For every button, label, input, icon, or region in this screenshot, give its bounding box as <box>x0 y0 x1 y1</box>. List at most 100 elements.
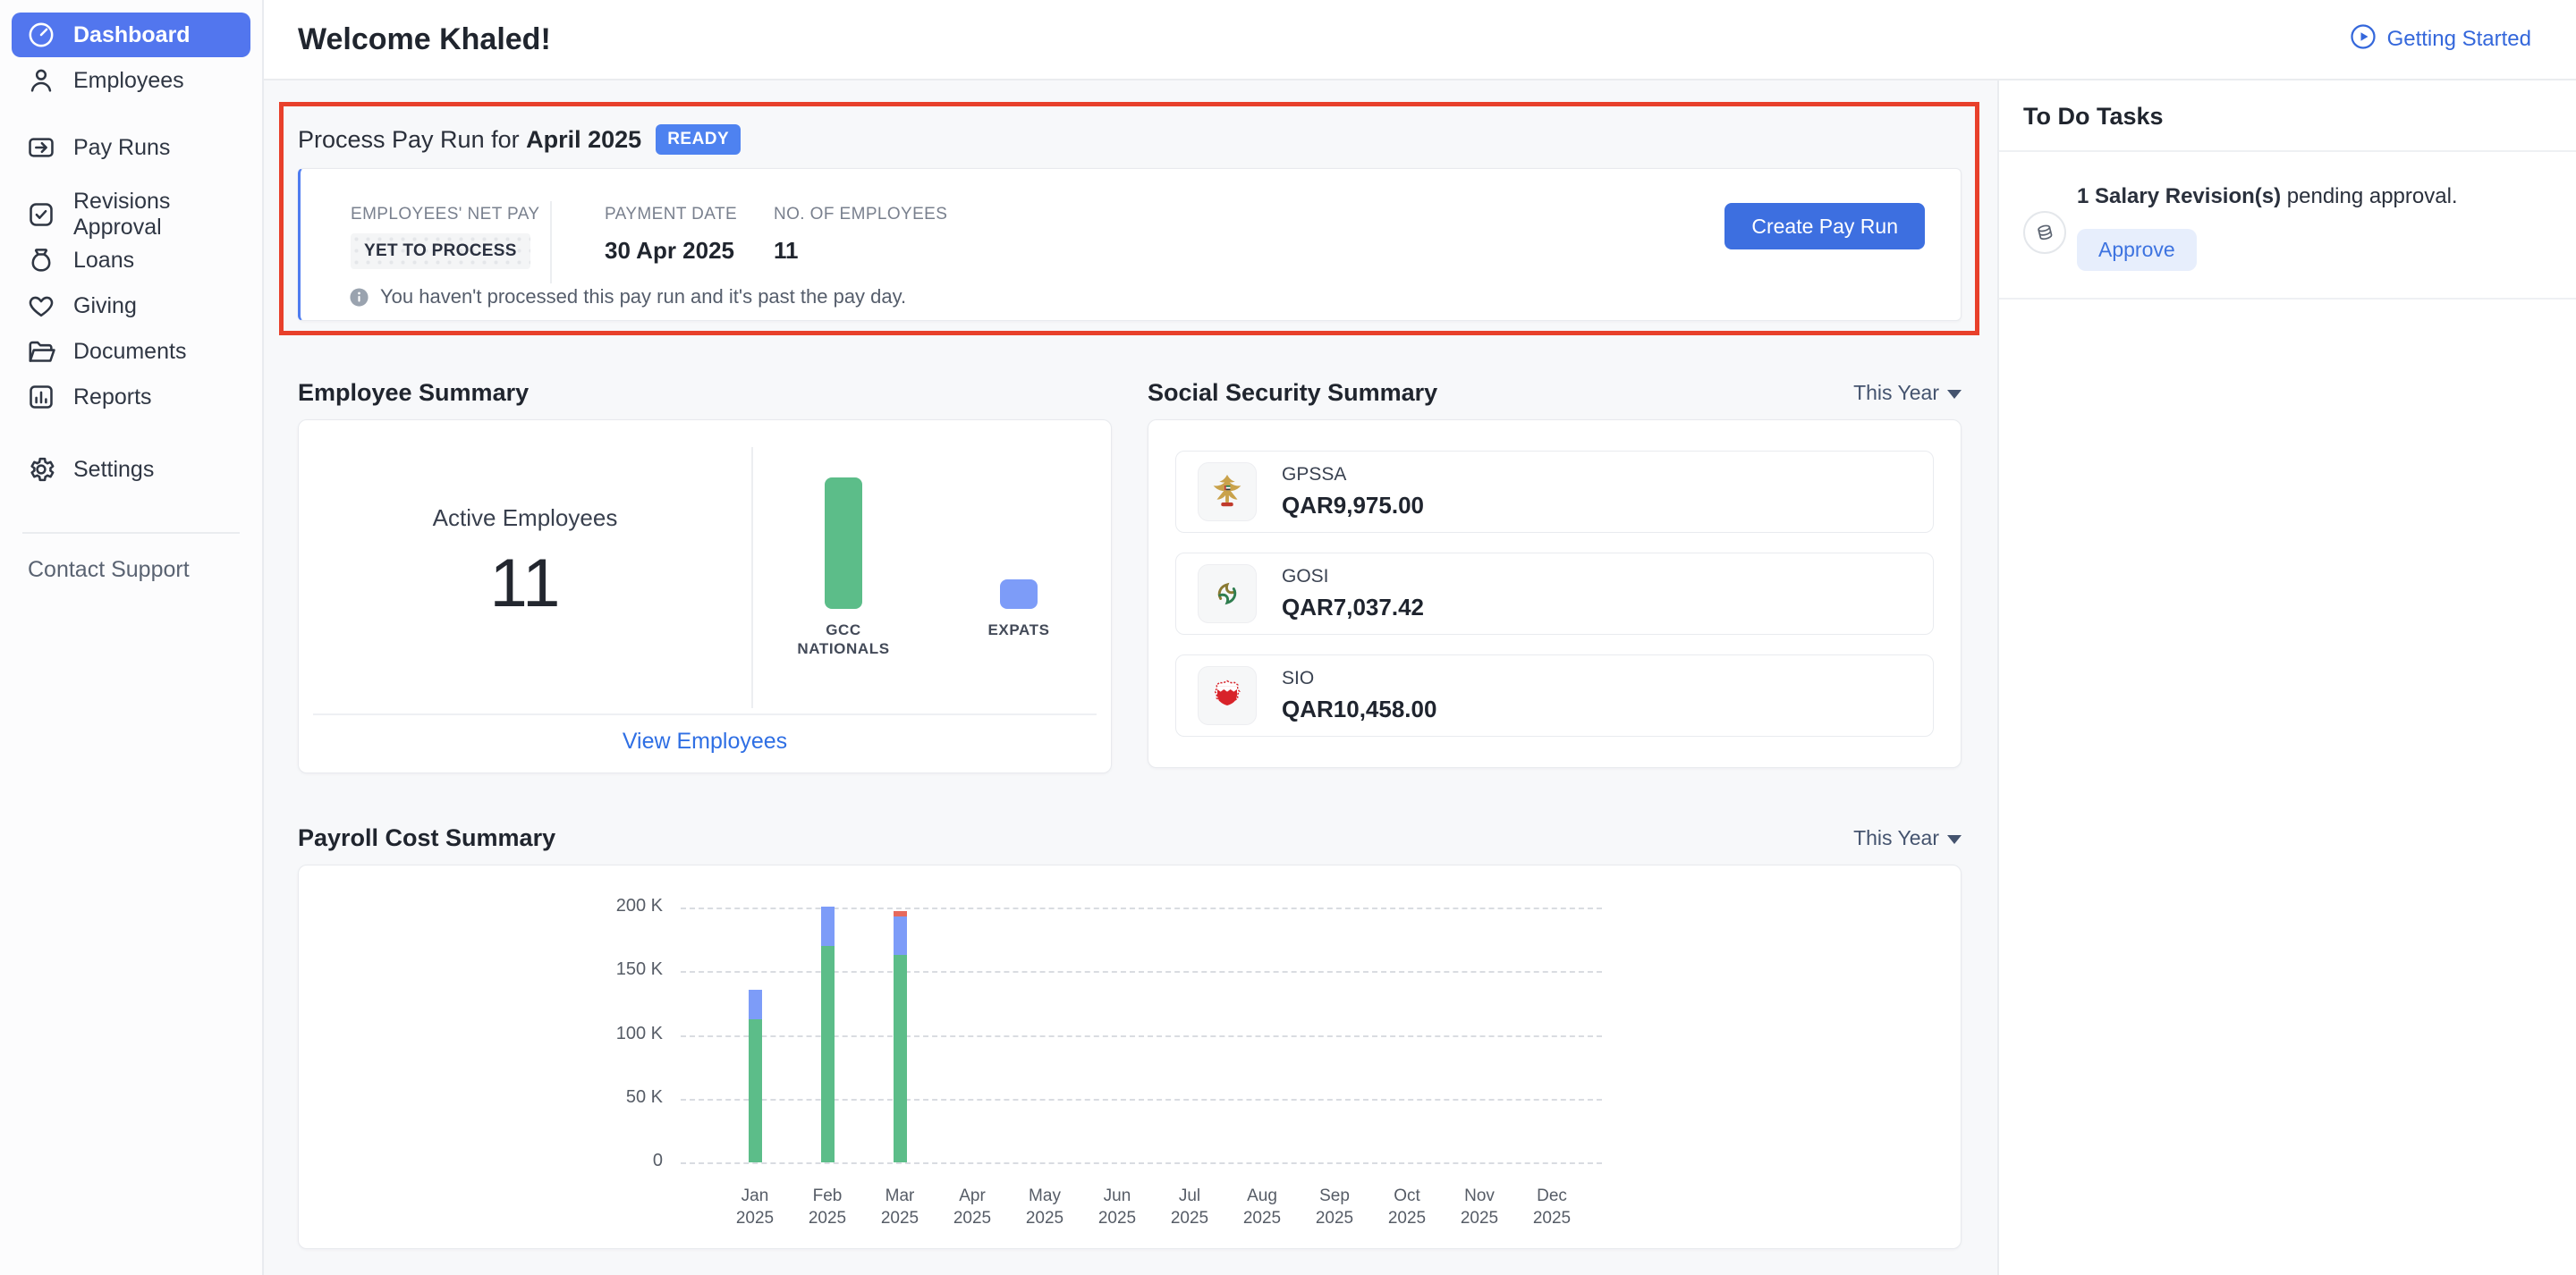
bar-segment-base-cost <box>749 1019 762 1162</box>
mini-bar-label: EXPATS <box>956 621 1081 639</box>
social-security-section: Social Security Summary This Year <box>1148 377 1962 773</box>
status-badge: READY <box>656 124 741 155</box>
coins-icon <box>2023 211 2066 254</box>
todo-task-item: 1 Salary Revision(s) pending approval. A… <box>1999 184 2576 271</box>
payrun-title: Process Pay Run for April 2025 <box>298 126 641 154</box>
payroll-title: Payroll Cost Summary <box>298 824 555 852</box>
payrun-card: EMPLOYEES' NET PAY YET TO PROCESS PAYMEN… <box>298 168 1962 321</box>
net-pay-value: YET TO PROCESS <box>351 233 530 269</box>
sidebar-item-pay-runs[interactable]: Pay Runs <box>12 125 250 170</box>
bar-segment-base-cost <box>894 955 907 1162</box>
todo-panel: To Do Tasks 1 Salary Revision(s) pending… <box>1997 80 2576 1275</box>
documents-icon <box>26 336 56 367</box>
payment-date-value: 30 Apr 2025 <box>605 237 737 265</box>
y-axis-tick: 0 <box>551 1151 663 1171</box>
getting-started-link[interactable]: Getting Started <box>2350 23 2531 56</box>
employee-count-column: NO. OF EMPLOYEES 11 <box>774 205 947 265</box>
mini-bar-group: EXPATS <box>956 479 1081 639</box>
filter-label: This Year <box>1853 826 1939 850</box>
net-pay-label: EMPLOYEES' NET PAY <box>351 205 539 224</box>
payment-date-column: PAYMENT DATE 30 Apr 2025 <box>605 205 737 265</box>
reports-icon <box>26 382 56 412</box>
filter-label: This Year <box>1853 381 1939 405</box>
payroll-section-header: Payroll Cost Summary This Year <box>298 823 1962 853</box>
sidebar-item-label: Pay Runs <box>73 135 170 161</box>
chevron-down-icon <box>1947 835 1962 844</box>
gridline <box>681 908 1602 909</box>
payroll-cost-card: 200 K150 K100 K50 K0Jan2025Feb2025Mar202… <box>298 865 1962 1249</box>
x-axis-tick: Jan2025 <box>715 1185 795 1229</box>
sidebar-item-employees[interactable]: Employees <box>12 58 250 103</box>
main-content: Process Pay Run for April 2025 READY EMP… <box>264 80 1997 1275</box>
todo-title: To Do Tasks <box>2023 103 2576 131</box>
sidebar: Dashboard Employees Pay Runs Revisions A… <box>0 0 264 1275</box>
gridline <box>681 971 1602 973</box>
page-title: Welcome Khaled! <box>298 22 551 57</box>
sidebar-item-dashboard[interactable]: Dashboard <box>12 13 250 57</box>
employee-count-value: 11 <box>774 237 947 265</box>
row-texts: SIO QAR10,458.00 <box>1282 668 1436 723</box>
payment-date-label: PAYMENT DATE <box>605 205 737 224</box>
employee-mini-chart: GCC NATIONALS EXPATS <box>751 420 1111 706</box>
x-axis-tick: Jul2025 <box>1149 1185 1230 1229</box>
row-texts: GPSSA QAR9,975.00 <box>1282 464 1424 519</box>
social-security-title: Social Security Summary <box>1148 379 1437 407</box>
bar-segment-base-cost <box>821 946 835 1162</box>
social-security-row-gosi[interactable]: GOSI QAR7,037.42 <box>1175 553 1934 635</box>
sidebar-item-reports[interactable]: Reports <box>12 375 250 419</box>
bar-segment-additional-cost <box>749 990 762 1019</box>
uae-emblem-icon <box>1198 462 1257 521</box>
employees-icon <box>26 65 56 96</box>
info-icon <box>349 287 369 308</box>
authority-label: GPSSA <box>1282 464 1424 486</box>
payroll-bar-jan <box>749 990 762 1162</box>
create-pay-run-button[interactable]: Create Pay Run <box>1724 203 1925 249</box>
sidebar-item-documents[interactable]: Documents <box>12 329 250 374</box>
payroll-filter-dropdown[interactable]: This Year <box>1853 826 1962 850</box>
loans-icon <box>26 245 56 275</box>
authority-label: GOSI <box>1282 566 1424 587</box>
play-circle-icon <box>2350 23 2377 56</box>
x-axis-tick: Nov2025 <box>1439 1185 1520 1229</box>
settings-icon <box>26 454 56 485</box>
sidebar-item-settings[interactable]: Settings <box>12 447 250 492</box>
employee-count-label: NO. OF EMPLOYEES <box>774 205 947 224</box>
x-axis-tick: Jun2025 <box>1077 1185 1157 1229</box>
authority-amount: QAR9,975.00 <box>1282 492 1424 519</box>
y-axis-tick: 50 K <box>551 1087 663 1108</box>
payroll-bar-feb <box>821 907 835 1162</box>
gridline <box>681 1162 1602 1164</box>
y-axis-tick: 100 K <box>551 1024 663 1044</box>
giving-icon <box>26 291 56 321</box>
social-security-row-gpssa[interactable]: GPSSA QAR9,975.00 <box>1175 451 1934 533</box>
approve-button[interactable]: Approve <box>2077 229 2197 271</box>
view-employees-link[interactable]: View Employees <box>299 729 1111 755</box>
gosi-logo-icon <box>1198 564 1257 623</box>
mini-bar-group: GCC NATIONALS <box>781 479 906 658</box>
getting-started-label: Getting Started <box>2387 27 2531 52</box>
contact-support-link[interactable]: Contact Support <box>28 557 250 583</box>
y-axis-tick: 200 K <box>551 896 663 916</box>
sidebar-item-loans[interactable]: Loans <box>12 238 250 283</box>
gridline <box>681 1035 1602 1037</box>
gridline <box>681 1099 1602 1101</box>
panel-divider <box>1999 150 2576 152</box>
mini-bar <box>825 477 862 609</box>
bar-segment-additional-cost <box>821 907 835 946</box>
payroll-plot: 200 K150 K100 K50 K0Jan2025Feb2025Mar202… <box>681 908 1602 1162</box>
social-security-filter-dropdown[interactable]: This Year <box>1853 381 1962 405</box>
x-axis-tick: May2025 <box>1004 1185 1085 1229</box>
social-security-row-sio[interactable]: SIO QAR10,458.00 <box>1175 654 1934 737</box>
x-axis-tick: Apr2025 <box>932 1185 1013 1229</box>
social-security-card: GPSSA QAR9,975.00 GOSI QAR7,037.42 <box>1148 419 1962 768</box>
active-employees-block: Active Employees 11 <box>299 420 751 706</box>
x-axis-tick: Aug2025 <box>1222 1185 1302 1229</box>
x-axis-tick: Mar2025 <box>860 1185 940 1229</box>
sidebar-item-giving[interactable]: Giving <box>12 283 250 328</box>
active-employees-count: 11 <box>490 545 561 622</box>
sidebar-item-label: Loans <box>73 248 134 274</box>
authority-label: SIO <box>1282 668 1436 689</box>
card-divider <box>313 713 1097 715</box>
row-texts: GOSI QAR7,037.42 <box>1282 566 1424 621</box>
sidebar-item-revisions-approval[interactable]: Revisions Approval <box>12 192 250 237</box>
